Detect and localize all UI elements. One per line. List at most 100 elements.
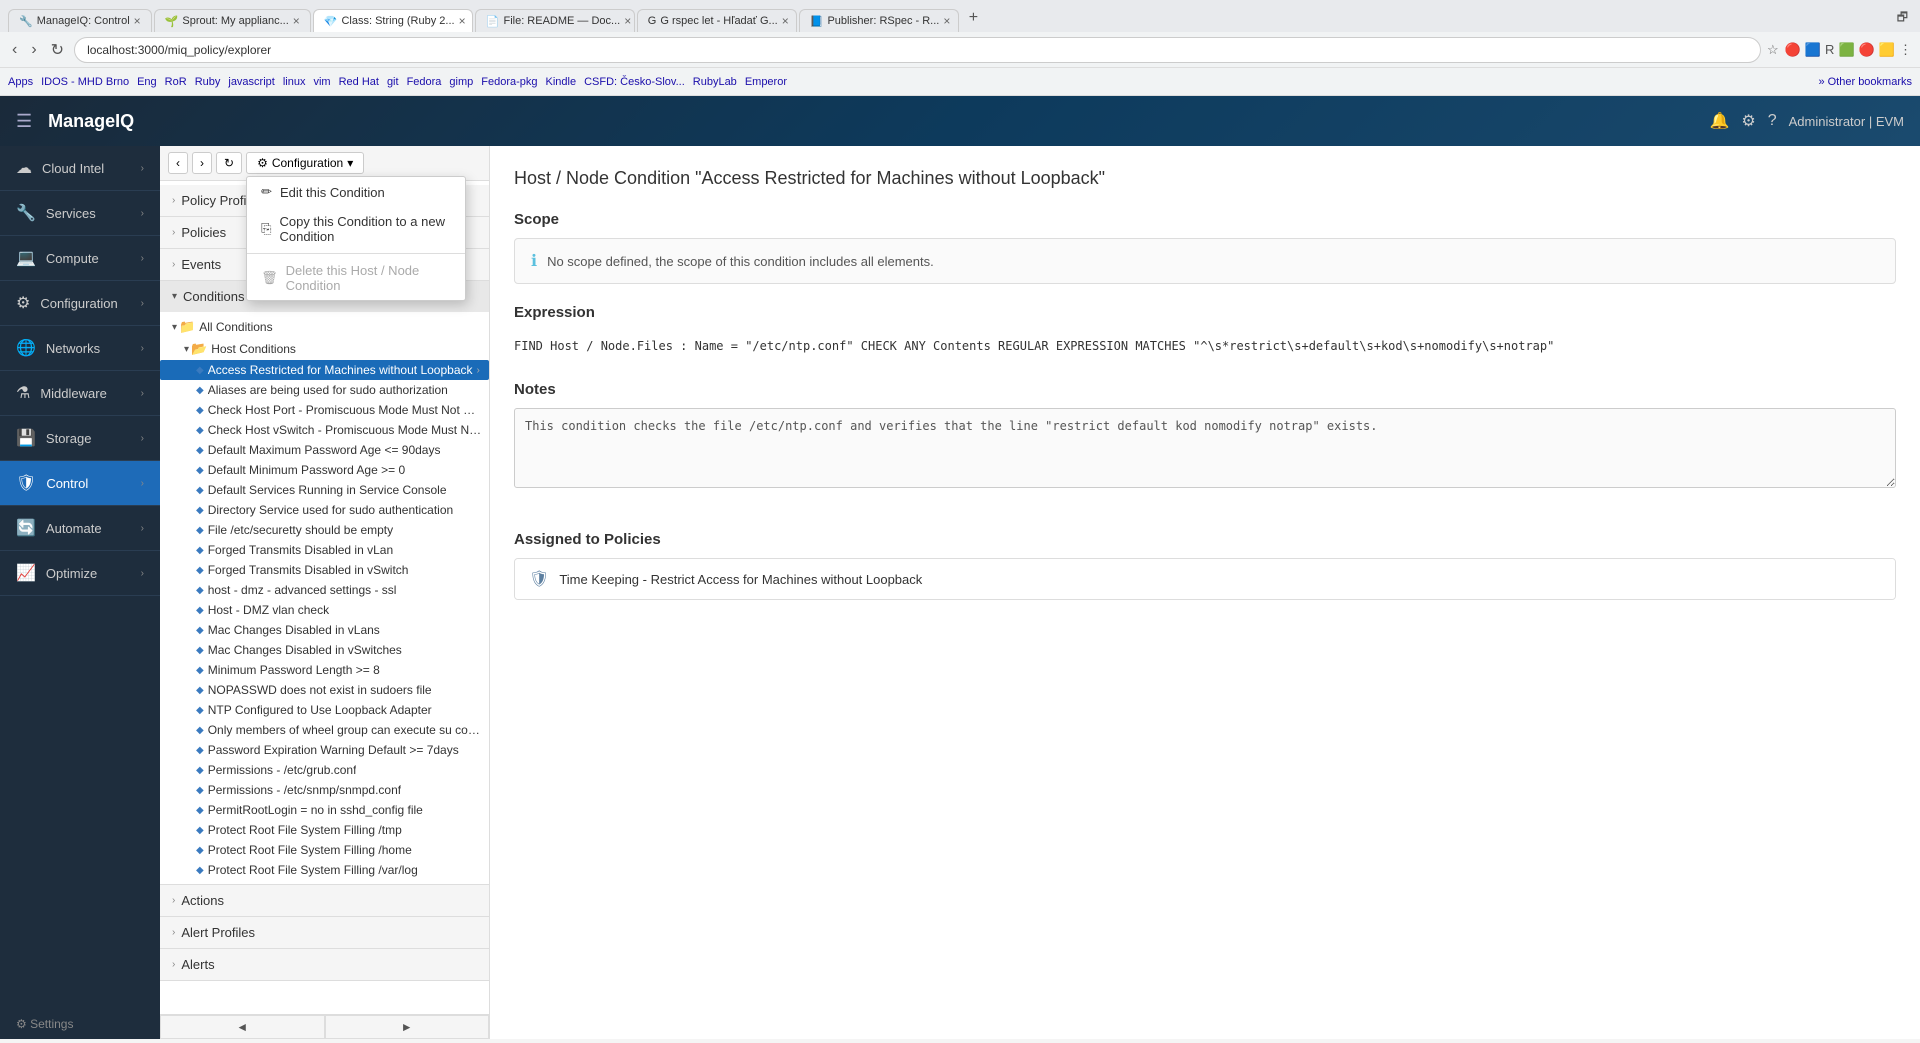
browser-tab-2[interactable]: 🌱 Sprout: My applianc... × (154, 9, 311, 32)
settings-icon[interactable]: ⚙ (1741, 111, 1755, 131)
bookmark-linux[interactable]: linux (283, 76, 306, 88)
tree-item-18[interactable]: ◆ Only members of wheel group can execut… (160, 720, 489, 740)
tree-item-6[interactable]: ◆ Default Services Running in Service Co… (160, 480, 489, 500)
bookmark-vim[interactable]: vim (313, 76, 330, 88)
tree-item-21[interactable]: ◆ Permissions - /etc/snmp/snmpd.conf (160, 780, 489, 800)
configuration-button[interactable]: ⚙ Configuration ▾ (246, 152, 364, 174)
edit-condition-item[interactable]: ✏ Edit this Condition (247, 177, 465, 207)
tree-item-11[interactable]: ◆ host - dmz - advanced settings - ssl (160, 580, 489, 600)
tree-item-17[interactable]: ◆ NTP Configured to Use Loopback Adapter (160, 700, 489, 720)
actions-header[interactable]: › Actions (160, 885, 489, 916)
tree-item-5[interactable]: ◆ Default Minimum Password Age >= 0 (160, 460, 489, 480)
tree-item-14[interactable]: ◆ Mac Changes Disabled in vSwitches (160, 640, 489, 660)
reload-button[interactable]: ↻ (47, 38, 68, 62)
sidebar-item-cloud-intel[interactable]: ☁ Cloud Intel › (0, 146, 160, 191)
sidebar-item-storage[interactable]: 💾 Storage › (0, 416, 160, 461)
tree-item-23[interactable]: ◆ Protect Root File System Filling /tmp (160, 820, 489, 840)
sidebar-item-compute[interactable]: 💻 Compute › (0, 236, 160, 281)
tree-item-3[interactable]: ◆ Check Host vSwitch - Promiscuous Mode … (160, 420, 489, 440)
all-conditions-row[interactable]: ▾ 📁 All Conditions (160, 316, 489, 338)
tree-item-25[interactable]: ◆ Protect Root File System Filling /var/… (160, 860, 489, 880)
bookmark-redhat[interactable]: Red Hat (339, 76, 379, 88)
bookmark-fedora[interactable]: Fedora (407, 76, 442, 88)
tree-item-12[interactable]: ◆ Host - DMZ vlan check (160, 600, 489, 620)
tab-close-5[interactable]: × (782, 14, 789, 28)
browser-tab-4[interactable]: 📄 File: README — Doc... × (475, 9, 635, 32)
bookmark-ror[interactable]: RoR (165, 76, 187, 88)
tab-close-6[interactable]: × (943, 14, 950, 28)
tree-item-8[interactable]: ◆ File /etc/securetty should be empty (160, 520, 489, 540)
tree-item-0[interactable]: ◆ Access Restricted for Machines without… (160, 360, 489, 380)
tab-close-1[interactable]: × (134, 14, 141, 28)
tree-item-20[interactable]: ◆ Permissions - /etc/grub.conf (160, 760, 489, 780)
bottom-settings[interactable]: ⚙ Settings (0, 1009, 160, 1039)
browser-tab-3[interactable]: 💎 Class: String (Ruby 2... × (313, 9, 473, 32)
tree-item-9[interactable]: ◆ Forged Transmits Disabled in vLan (160, 540, 489, 560)
bookmark-idos[interactable]: IDOS - MHD Brno (41, 76, 129, 88)
tab-close-3[interactable]: × (459, 14, 466, 28)
tree-item-7[interactable]: ◆ Directory Service used for sudo authen… (160, 500, 489, 520)
bookmark-csfd[interactable]: CSFD: Česko-Slov... (584, 76, 685, 88)
back-button[interactable]: ‹ (8, 39, 21, 61)
scroll-right-button[interactable]: ► (325, 1015, 490, 1039)
new-tab-button[interactable]: + (961, 7, 986, 29)
browser-tab-6[interactable]: 📘 Publisher: RSpec - R... × (799, 9, 959, 32)
sidebar-item-networks[interactable]: 🌐 Networks › (0, 326, 160, 371)
ext-icon-2[interactable]: 🟦 (1805, 42, 1821, 58)
ext-icon-6[interactable]: 🟨 (1879, 42, 1895, 58)
sidebar-item-services[interactable]: 🔧 Services › (0, 191, 160, 236)
scroll-left-button[interactable]: ◄ (160, 1015, 325, 1039)
sidebar-item-configuration[interactable]: ⚙ Configuration › (0, 281, 160, 326)
tree-item-15[interactable]: ◆ Minimum Password Length >= 8 (160, 660, 489, 680)
help-icon[interactable]: ? (1768, 112, 1777, 130)
tree-item-13[interactable]: ◆ Mac Changes Disabled in vLans (160, 620, 489, 640)
hamburger-menu[interactable]: ☰ (16, 111, 32, 132)
sidebar-item-optimize[interactable]: 📈 Optimize › (0, 551, 160, 596)
browser-tab-1[interactable]: 🔧 ManageIQ: Control × (8, 9, 152, 32)
delete-condition-item[interactable]: 🗑 Delete this Host / Node Condition (247, 256, 465, 300)
sidebar-item-automate[interactable]: 🔄 Automate › (0, 506, 160, 551)
ext-icon-4[interactable]: 🟩 (1838, 42, 1854, 58)
forward-button[interactable]: › (27, 39, 40, 61)
refresh-tree-button[interactable]: ↻ (216, 152, 242, 174)
forward-tree-button[interactable]: › (192, 152, 212, 174)
bookmark-emperor[interactable]: Emperor (745, 76, 787, 88)
notes-textarea[interactable] (514, 408, 1896, 488)
tree-item-2[interactable]: ◆ Check Host Port - Promiscuous Mode Mus… (160, 400, 489, 420)
tab-close-4[interactable]: × (624, 14, 631, 28)
bookmark-eng[interactable]: Eng (137, 76, 157, 88)
bookmark-rubylab[interactable]: RubyLab (693, 76, 737, 88)
bookmark-fedorapkg[interactable]: Fedora-pkg (481, 76, 537, 88)
bookmark-javascript[interactable]: javascript (228, 76, 274, 88)
tree-item-4[interactable]: ◆ Default Maximum Password Age <= 90days (160, 440, 489, 460)
bookmark-kindle[interactable]: Kindle (546, 76, 577, 88)
tree-item-19[interactable]: ◆ Password Expiration Warning Default >=… (160, 740, 489, 760)
ext-icon-5[interactable]: 🔴 (1859, 42, 1875, 58)
back-tree-button[interactable]: ‹ (168, 152, 188, 174)
user-label[interactable]: Administrator | EVM (1789, 114, 1904, 129)
tab-close-2[interactable]: × (293, 14, 300, 28)
copy-condition-item[interactable]: ⎘ Copy this Condition to a new Condition (247, 207, 465, 251)
tree-item-24[interactable]: ◆ Protect Root File System Filling /home (160, 840, 489, 860)
tree-item-1[interactable]: ◆ Aliases are being used for sudo author… (160, 380, 489, 400)
browser-tab-5[interactable]: G G rspec let - Hľadať G... × (637, 9, 797, 32)
ext-icon-1[interactable]: 🔴 (1785, 42, 1801, 58)
tree-item-16[interactable]: ◆ NOPASSWD does not exist in sudoers fil… (160, 680, 489, 700)
tree-item-22[interactable]: ◆ PermitRootLogin = no in sshd_config fi… (160, 800, 489, 820)
bookmark-star[interactable]: ☆ (1767, 42, 1779, 58)
bookmark-gimp[interactable]: gimp (449, 76, 473, 88)
bookmark-other[interactable]: » Other bookmarks (1818, 76, 1912, 88)
alert-profiles-header[interactable]: › Alert Profiles (160, 917, 489, 948)
host-conditions-row[interactable]: ▾ 📂 Host Conditions (160, 338, 489, 360)
bookmark-git[interactable]: git (387, 76, 399, 88)
address-input[interactable] (74, 37, 1761, 63)
bell-icon[interactable]: 🔔 (1709, 111, 1729, 131)
bookmark-apps[interactable]: Apps (8, 76, 33, 88)
bookmark-ruby[interactable]: Ruby (195, 76, 221, 88)
tree-item-10[interactable]: ◆ Forged Transmits Disabled in vSwitch (160, 560, 489, 580)
sidebar-item-middleware[interactable]: ⚗ Middleware › (0, 371, 160, 416)
alerts-header[interactable]: › Alerts (160, 949, 489, 980)
menu-button[interactable]: ⋮ (1899, 42, 1912, 58)
sidebar-item-control[interactable]: 🛡 Control › (0, 461, 160, 506)
ext-icon-3[interactable]: R (1825, 42, 1834, 58)
